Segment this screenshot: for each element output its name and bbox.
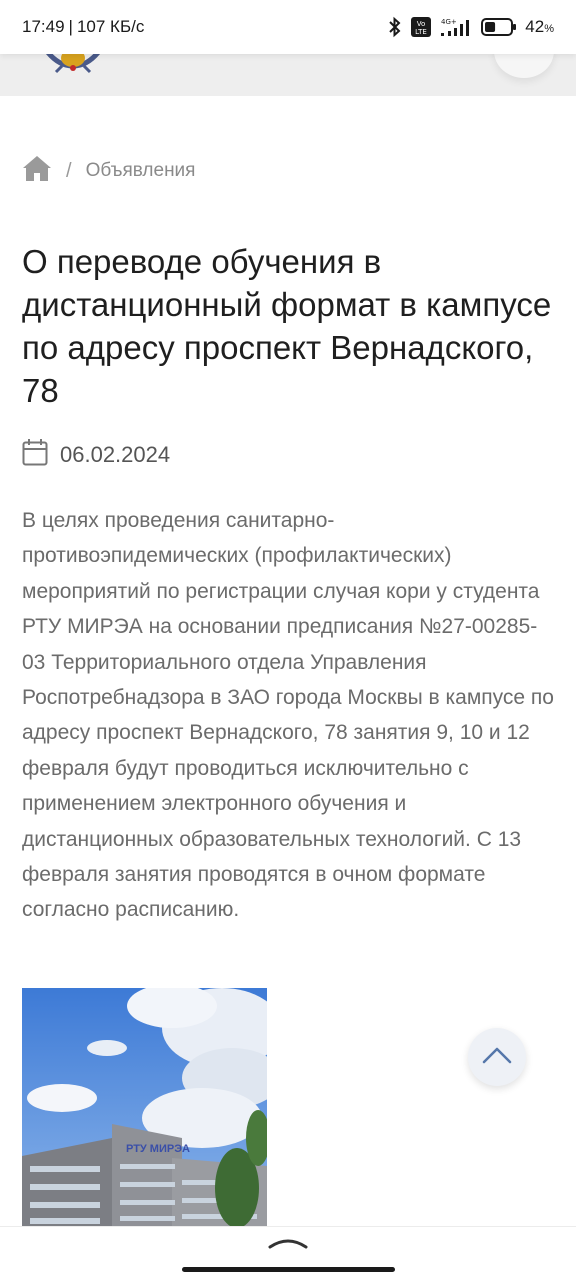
expand-toolbar-icon[interactable] (268, 1235, 308, 1254)
network-type-label: 4G+ (441, 18, 457, 26)
battery-icon (481, 18, 517, 36)
status-left: 17:49 | 107 КБ/с (22, 17, 144, 37)
university-crest-icon[interactable] (42, 54, 104, 87)
article-date: 06.02.2024 (60, 442, 171, 467)
signal-icon: 4G+ (439, 16, 473, 38)
scroll-to-top-button[interactable] (468, 1028, 526, 1086)
status-bar: 17:49 | 107 КБ/с Vo LTE 4G+ 42% (0, 0, 576, 54)
bluetooth-icon (387, 16, 403, 38)
system-nav-bar (0, 1226, 576, 1280)
article-body: В целях проведения санитарно-противоэпид… (22, 509, 554, 922)
breadcrumb-separator: / (66, 159, 72, 182)
home-indicator[interactable] (182, 1267, 395, 1272)
breadcrumb: / Объявления (22, 154, 195, 188)
building-sign: РТУ МИРЭА (126, 1143, 190, 1155)
network-speed: 107 КБ/с (76, 17, 145, 36)
status-right: Vo LTE 4G+ 42% (387, 16, 554, 38)
battery-percent: 42% (525, 17, 554, 36)
site-header (0, 54, 576, 96)
article-date-row: 06.02.2024 (22, 438, 170, 472)
home-icon[interactable] (22, 154, 52, 188)
svg-text:LTE: LTE (415, 28, 427, 36)
article-image[interactable]: РТУ МИРЭА (22, 988, 267, 1228)
clock: 17:49 (22, 17, 65, 36)
volte-label: Vo (417, 20, 426, 28)
calendar-icon (22, 438, 48, 472)
volte-icon: Vo LTE (411, 17, 432, 37)
chevron-up-icon (482, 1046, 512, 1069)
page-title: О переводе обучения в дистанционный форм… (22, 243, 552, 409)
breadcrumb-current[interactable]: Объявления (86, 160, 196, 182)
status-separator: | (68, 17, 73, 36)
menu-button[interactable] (494, 54, 554, 78)
